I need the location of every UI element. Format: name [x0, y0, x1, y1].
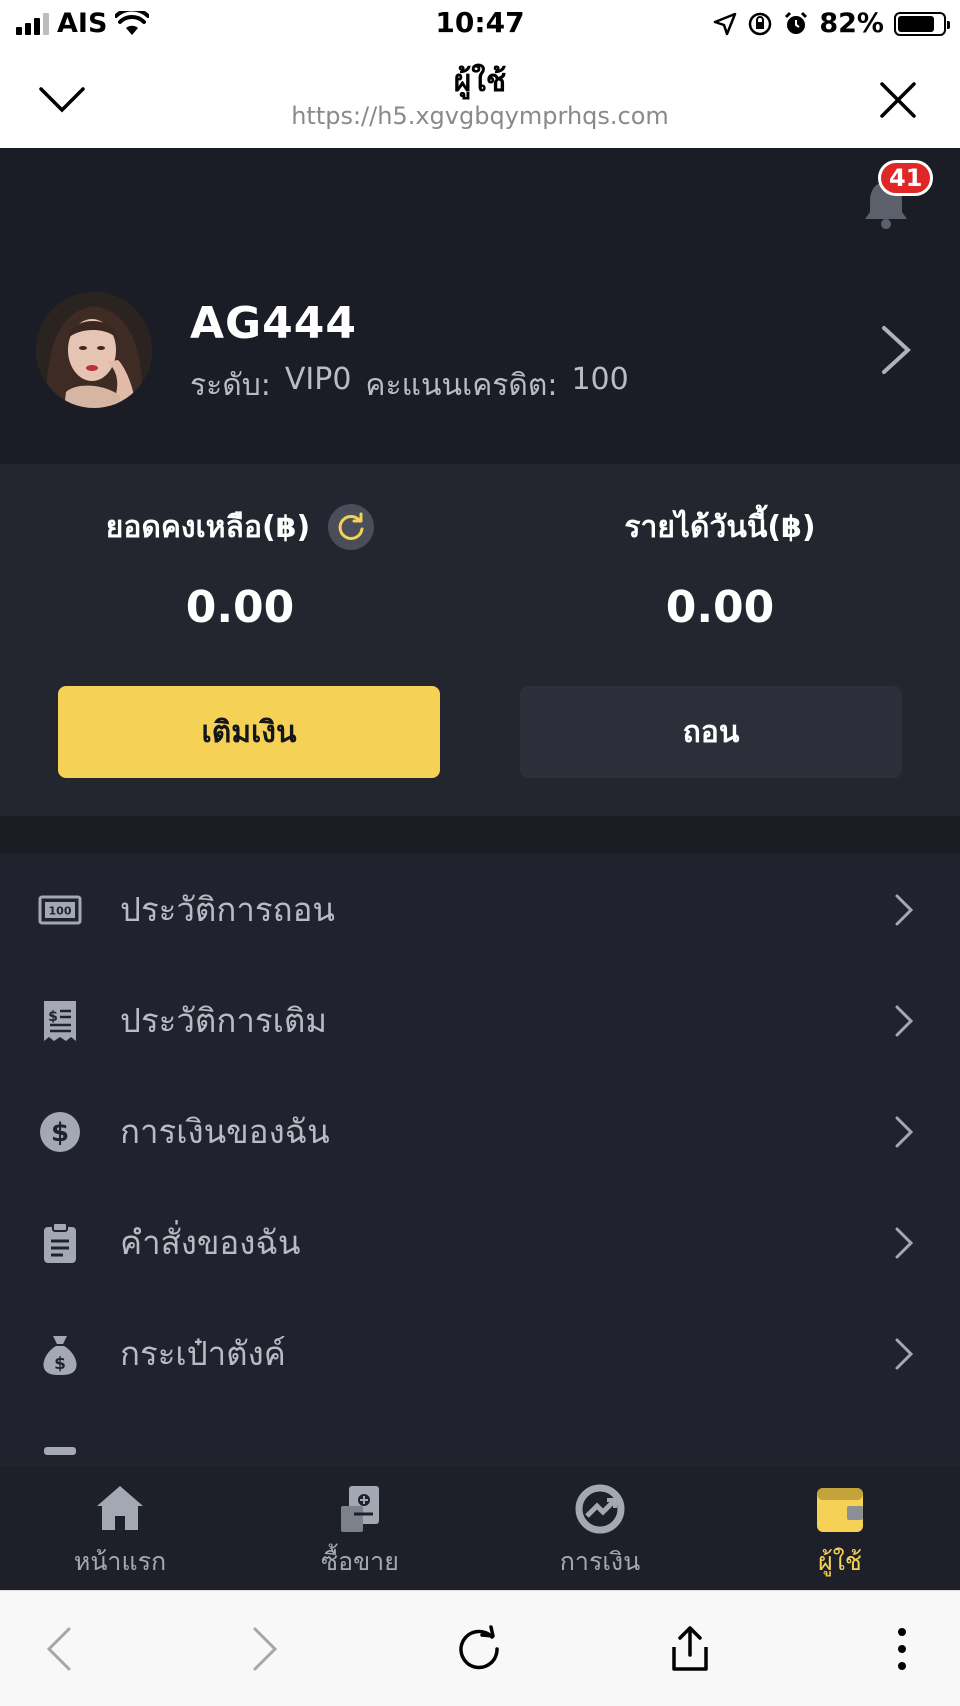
app-content: 41 AG444 ระดับ: VIP0 คะแนนเครดิต: 100 ยอ… — [0, 148, 960, 1590]
withdraw-button[interactable]: ถอน — [520, 686, 902, 778]
refresh-icon — [338, 512, 364, 540]
reload-icon — [459, 1625, 499, 1670]
page-url: https://h5.xgvgbqymprhqs.com — [291, 102, 669, 130]
income-column: รายได้วันนี้(฿) 0.00 — [480, 500, 960, 634]
avatar-image — [36, 292, 152, 408]
chevron-right-icon[interactable] — [876, 324, 916, 376]
menu-item-label: ประวัติการเติม — [120, 1001, 328, 1040]
home-icon — [97, 1486, 143, 1530]
svg-text:$: $ — [48, 1009, 58, 1025]
section-divider — [0, 816, 960, 854]
chevron-right-icon — [895, 1116, 914, 1147]
trade-icon — [341, 1486, 379, 1532]
svg-text:100: 100 — [49, 904, 72, 917]
forward-button[interactable] — [236, 1619, 296, 1679]
more-vertical-icon — [898, 1628, 906, 1670]
svg-text:$: $ — [54, 1354, 66, 1374]
chevron-right-icon — [253, 1627, 278, 1671]
dollar-circle-icon: $ — [40, 1111, 80, 1152]
tab-label: หน้าแรก — [73, 1547, 167, 1576]
location-arrow-icon — [714, 12, 737, 35]
chevron-right-icon — [895, 1338, 914, 1369]
finance-icon — [575, 1484, 625, 1534]
profile-section: 41 AG444 ระดับ: VIP0 คะแนนเครดิต: 100 — [0, 148, 960, 464]
browser-header: ผู้ใช้ https://h5.xgvgbqymprhqs.com — [0, 50, 960, 148]
username: AG444 — [190, 298, 358, 349]
reload-button[interactable] — [450, 1619, 510, 1679]
deposit-button[interactable]: เติมเงิน — [58, 686, 440, 778]
chevron-right-icon — [895, 894, 914, 925]
income-value: 0.00 — [665, 582, 775, 633]
tab-label: ซื้อขาย — [321, 1547, 399, 1576]
menu-list: 100 ประวัติการถอน $ ประวัติการเติม $ การ… — [0, 854, 960, 1489]
tab-label: ผู้ใช้ — [818, 1547, 862, 1576]
banknote-icon: 100 — [38, 895, 82, 924]
chevron-left-icon — [46, 1627, 71, 1671]
battery-icon — [894, 11, 950, 36]
tab-bar: หน้าแรก ซื้อขาย การเงิน ผู้ใช้ — [0, 1466, 960, 1590]
profile-meta: ระดับ: VIP0 คะแนนเครดิต: 100 — [190, 362, 629, 409]
svg-text:$: $ — [51, 1118, 69, 1148]
page-title: ผู้ใช้ — [453, 64, 507, 99]
menu-item-label: กระเป๋าตังค์ — [120, 1334, 286, 1373]
tab-finance[interactable]: การเงิน — [480, 1466, 720, 1590]
refresh-balance-button[interactable] — [328, 504, 375, 550]
menu-item-my-orders[interactable]: คำสั่งของฉัน — [0, 1187, 960, 1298]
menu-item-label: คำสั่งของฉัน — [120, 1223, 301, 1262]
tab-label: การเงิน — [559, 1547, 641, 1576]
status-bar: AIS 10:47 82% — [0, 0, 960, 50]
credit-label: คะแนนเครดิต: — [365, 368, 558, 403]
menu-item-label: การเงินของฉัน — [120, 1112, 330, 1151]
battery-percent: 82% — [819, 8, 884, 39]
tab-user[interactable]: ผู้ใช้ — [720, 1466, 960, 1590]
share-button[interactable] — [660, 1619, 720, 1679]
notification-badge: 41 — [878, 160, 934, 196]
menu-item-wallet[interactable]: $ กระเป๋าตังค์ — [0, 1298, 960, 1409]
credit-value: 100 — [571, 362, 629, 397]
level-label: ระดับ: — [190, 368, 271, 403]
tab-home[interactable]: หน้าแรก — [0, 1466, 240, 1590]
close-icon — [880, 82, 916, 118]
balance-column: ยอดคงเหลือ(฿) 0.00 — [0, 500, 480, 633]
wallet-icon — [817, 1488, 863, 1532]
balance-value: 0.00 — [185, 582, 295, 633]
avatar[interactable] — [36, 292, 152, 408]
menu-item-my-finance[interactable]: $ การเงินของฉัน — [0, 1076, 960, 1187]
alarm-icon — [785, 11, 808, 34]
level-value: VIP0 — [284, 362, 352, 397]
menu-item-withdraw-history[interactable]: 100 ประวัติการถอน — [0, 854, 960, 965]
clipboard-icon — [44, 1221, 76, 1263]
balance-section: ยอดคงเหลือ(฿) 0.00 รายได้วันนี้(฿) 0.00 … — [0, 464, 960, 816]
back-button[interactable] — [28, 1619, 88, 1679]
rotation-lock-icon — [749, 12, 772, 35]
more-button[interactable] — [872, 1619, 932, 1679]
close-button[interactable] — [870, 72, 926, 128]
chevron-right-icon — [895, 1005, 914, 1036]
balance-label: ยอดคงเหลือ(฿) — [105, 509, 311, 545]
menu-item-label: ประวัติการถอน — [120, 890, 335, 929]
menu-item-topup-history[interactable]: $ ประวัติการเติม — [0, 965, 960, 1076]
money-bag-icon: $ — [43, 1335, 77, 1375]
chevron-right-icon — [895, 1227, 914, 1258]
status-right: 82% — [713, 8, 950, 39]
tab-trade[interactable]: ซื้อขาย — [240, 1466, 480, 1590]
income-label: รายได้วันนี้(฿) — [624, 509, 816, 545]
receipt-icon: $ — [44, 1000, 76, 1041]
browser-toolbar — [0, 1590, 960, 1706]
share-icon — [672, 1626, 708, 1671]
